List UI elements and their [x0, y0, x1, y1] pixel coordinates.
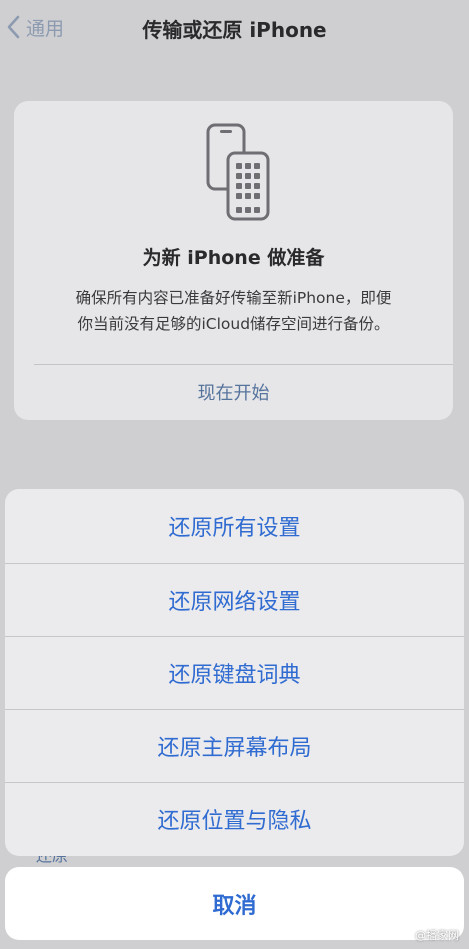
action-sheet: 还原所有设置 还原网络设置 还原键盘词典 还原主屏幕布局 还原位置与隐私 — [5, 489, 464, 856]
navigation-bar: 通用 传输或还原 iPhone — [0, 0, 469, 56]
card-description-line-2: 你当前没有足够的iCloud储存空间进行备份。 — [77, 315, 390, 333]
reset-network-settings-button[interactable]: 还原网络设置 — [5, 563, 464, 636]
card-divider — [34, 364, 453, 365]
card-description-line-1: 确保所有内容已准备好传输至新iPhone，即便 — [75, 289, 392, 307]
reset-home-screen-layout-button[interactable]: 还原主屏幕布局 — [5, 709, 464, 782]
watermark: @播家网 — [415, 929, 459, 942]
prepare-new-iphone-card: 为新 iPhone 做准备 确保所有内容已准备好传输至新iPhone，即便 你当… — [14, 101, 453, 420]
reset-all-settings-button[interactable]: 还原所有设置 — [5, 489, 464, 563]
card-description: 确保所有内容已准备好传输至新iPhone，即便 你当前没有足够的iCloud储存… — [40, 285, 427, 337]
page-title: 传输或还原 iPhone — [142, 18, 327, 42]
reset-location-privacy-button[interactable]: 还原位置与隐私 — [5, 782, 464, 855]
two-phones-icon — [206, 123, 270, 221]
get-started-button[interactable]: 现在开始 — [14, 379, 453, 405]
cancel-button[interactable]: 取消 — [5, 867, 464, 940]
card-title: 为新 iPhone 做准备 — [142, 247, 325, 269]
reset-keyboard-dictionary-button[interactable]: 还原键盘词典 — [5, 636, 464, 709]
